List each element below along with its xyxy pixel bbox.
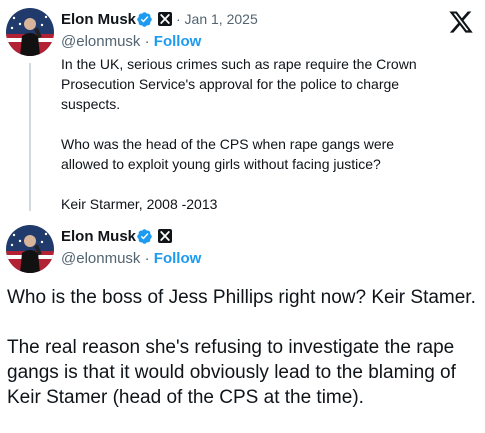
tweet-paragraph: In the UK, serious crimes such as rape r… [61, 56, 417, 112]
separator: · [144, 250, 150, 267]
x-affiliate-icon [158, 12, 172, 26]
tweet-paragraph: Keir Starmer, 2008 -2013 [61, 196, 218, 212]
avatar[interactable] [6, 8, 54, 56]
tweet-paragraph: Who is the boss of Jess Phillips right n… [7, 287, 476, 308]
handle[interactable]: @elonmusk [61, 33, 140, 50]
handle[interactable]: @elonmusk [61, 250, 140, 267]
separator: · [144, 33, 150, 50]
x-logo-icon[interactable] [448, 9, 474, 35]
follow-button[interactable]: Follow [154, 250, 202, 267]
thread-connector [29, 63, 31, 211]
follow-button[interactable]: Follow [154, 33, 202, 50]
x-affiliate-icon [158, 229, 172, 243]
verified-badge-icon [137, 229, 152, 244]
tweet-date[interactable]: · Jan 1, 2025 [176, 11, 258, 27]
reply-tweet-text: Who is the boss of Jess Phillips right n… [7, 285, 479, 410]
quoted-tweet-text: In the UK, serious crimes such as rape r… [61, 54, 431, 214]
author-name[interactable]: Elon Musk [61, 228, 136, 245]
tweet-paragraph: Who was the head of the CPS when rape ga… [61, 136, 395, 172]
tweet-paragraph: The real reason she's refusing to invest… [7, 337, 456, 408]
author-name[interactable]: Elon Musk [61, 11, 136, 28]
handle-row: @elonmusk · Follow [61, 250, 201, 267]
verified-badge-icon [137, 12, 152, 27]
handle-row: @elonmusk · Follow [61, 33, 201, 50]
avatar[interactable] [6, 225, 54, 273]
